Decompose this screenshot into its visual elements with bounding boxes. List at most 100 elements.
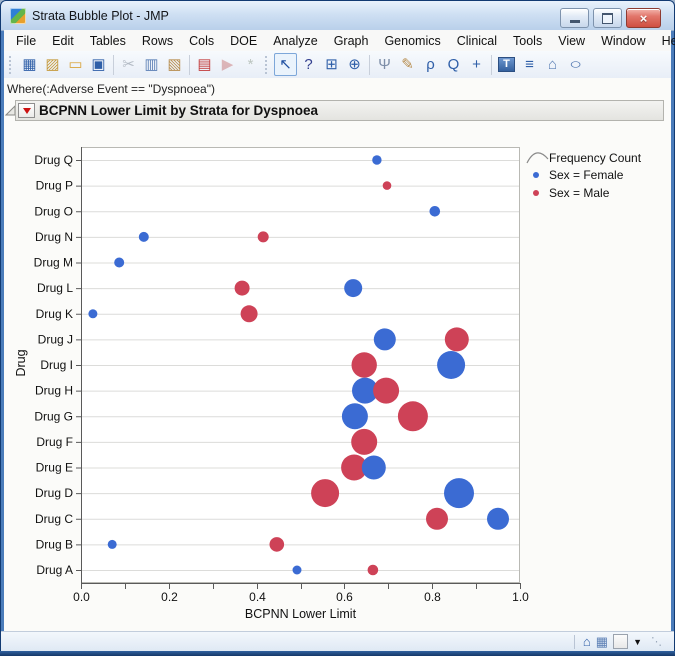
bubble-drug-d-female[interactable] [444, 478, 474, 508]
cut-icon[interactable]: ✂ [117, 53, 140, 76]
bubble-drug-i-male[interactable] [352, 352, 377, 377]
menu-help[interactable]: Help [654, 31, 675, 51]
home-window-icon[interactable]: ⌂ [583, 635, 591, 648]
copy-icon[interactable]: ▥ [140, 53, 163, 76]
bubble-drug-f-male[interactable] [351, 429, 377, 455]
legend-marker-male[interactable] [533, 190, 539, 196]
x-tick-label[interactable]: 0.4 [249, 590, 266, 604]
crosshair-tool-icon[interactable]: + [465, 53, 488, 76]
y-tick-label[interactable]: Drug M [34, 256, 73, 270]
legend-entry-female[interactable]: Sex = Female [549, 168, 624, 182]
menu-clinical[interactable]: Clinical [449, 31, 505, 51]
minimize-button[interactable] [560, 8, 589, 28]
bubble-drug-b-male[interactable] [270, 537, 285, 552]
bubble-drug-l-female[interactable] [344, 279, 362, 297]
bubble-drug-p-male[interactable] [383, 181, 392, 190]
x-tick-label[interactable]: 0.8 [424, 590, 441, 604]
new-data-table-icon[interactable]: ▦ [18, 53, 41, 76]
polygon-tool-icon[interactable]: ⌂ [541, 53, 564, 76]
menu-analyze[interactable]: Analyze [265, 31, 325, 51]
menu-genomics[interactable]: Genomics [376, 31, 448, 51]
y-tick-label[interactable]: Drug C [35, 512, 73, 526]
y-tick-label[interactable]: Drug D [35, 486, 73, 500]
y-tick-label[interactable]: Drug N [35, 230, 73, 244]
bubble-drug-a-female[interactable] [293, 566, 302, 575]
line-annotation-tool-icon[interactable]: ≡ [518, 53, 541, 76]
x-axis-title[interactable]: BCPNN Lower Limit [245, 607, 357, 621]
window-list-button[interactable] [613, 634, 628, 649]
y-axis-title[interactable]: Drug [14, 349, 28, 376]
y-tick-label[interactable]: Drug Q [34, 153, 73, 167]
menu-view[interactable]: View [550, 31, 593, 51]
bubble-drug-c-male[interactable] [426, 508, 448, 530]
red-triangle-menu-icon[interactable] [18, 103, 35, 118]
y-tick-label[interactable]: Drug O [34, 204, 73, 218]
bubble-drug-g-female[interactable] [342, 403, 368, 429]
menu-file[interactable]: File [8, 31, 44, 51]
grabber-tool-icon[interactable]: Ψ [373, 53, 396, 76]
y-tick-label[interactable]: Drug I [40, 358, 73, 372]
bubble-drug-o-female[interactable] [430, 206, 441, 217]
bubble-drug-m-female[interactable] [114, 258, 124, 268]
bubble-drug-q-female[interactable] [372, 155, 381, 164]
data-table-window-icon[interactable]: ▦ [596, 635, 608, 648]
brush-tool-icon[interactable]: ✎ [396, 53, 419, 76]
x-tick-label[interactable]: 0.2 [161, 590, 178, 604]
x-tick-label[interactable]: 0.6 [336, 590, 353, 604]
x-tick-label[interactable]: 0.0 [73, 590, 90, 604]
y-tick-label[interactable]: Drug J [38, 332, 73, 346]
y-tick-label[interactable]: Drug P [36, 179, 73, 193]
menu-rows[interactable]: Rows [134, 31, 181, 51]
tools-icon[interactable]: * [239, 53, 262, 76]
bubble-drug-n-female[interactable] [139, 232, 149, 242]
legend-entry-male[interactable]: Sex = Male [549, 186, 610, 200]
y-tick-label[interactable]: Drug H [35, 384, 73, 398]
new-journal-icon[interactable]: ▨ [41, 53, 64, 76]
y-tick-label[interactable]: Drug A [36, 563, 73, 577]
legend-marker-female[interactable] [533, 172, 539, 178]
selection-tool-icon[interactable]: ⊞ [320, 53, 343, 76]
bubble-drug-c-female[interactable] [487, 508, 509, 530]
y-tick-label[interactable]: Drug E [36, 461, 73, 475]
bubble-drug-l-male[interactable] [235, 281, 250, 296]
menu-window[interactable]: Window [593, 31, 653, 51]
close-button[interactable]: × [626, 8, 661, 28]
bubble-drug-b-female[interactable] [108, 540, 117, 549]
menu-tables[interactable]: Tables [82, 31, 134, 51]
dropdown-caret-icon[interactable]: ▼ [633, 637, 642, 647]
y-tick-label[interactable]: Drug F [36, 435, 73, 449]
bubble-drug-a-male[interactable] [368, 565, 379, 576]
bubble-drug-d-male[interactable] [311, 479, 339, 507]
y-tick-label[interactable]: Drug K [36, 307, 73, 321]
menu-graph[interactable]: Graph [326, 31, 377, 51]
scroller-tool-icon[interactable]: ⊕ [343, 53, 366, 76]
bubble-drug-k-male[interactable] [241, 305, 258, 322]
annotate-tool-icon[interactable]: T [495, 53, 518, 76]
lasso-tool-icon[interactable]: ρ [419, 53, 442, 76]
bubble-drug-k-female[interactable] [88, 309, 97, 318]
data-table-icon[interactable]: ▤ [193, 53, 216, 76]
bubble-drug-j-female[interactable] [374, 328, 396, 350]
open-file-icon[interactable]: ▭ [64, 53, 87, 76]
menu-edit[interactable]: Edit [44, 31, 82, 51]
x-tick-label[interactable]: 1.0 [512, 590, 529, 604]
y-tick-label[interactable]: Drug B [36, 537, 73, 551]
bubble-drug-h-male[interactable] [373, 378, 399, 404]
bubble-drug-n-male[interactable] [258, 231, 269, 242]
bubble-drug-e-female[interactable] [362, 456, 386, 480]
magnifier-tool-icon[interactable]: Q [442, 53, 465, 76]
y-tick-label[interactable]: Drug L [37, 281, 73, 295]
menu-doe[interactable]: DOE [222, 31, 265, 51]
bubble-drug-j-male[interactable] [445, 327, 469, 351]
save-icon[interactable]: ▣ [87, 53, 110, 76]
menu-cols[interactable]: Cols [181, 31, 222, 51]
bubble-drug-g-male[interactable] [398, 401, 428, 431]
bubble-drug-i-female[interactable] [437, 351, 465, 379]
menu-tools[interactable]: Tools [505, 31, 550, 51]
run-script-icon[interactable]: ▶ [216, 53, 239, 76]
oval-tool-icon[interactable]: ○ [564, 53, 587, 76]
help-tool-icon[interactable]: ? [297, 53, 320, 76]
arrow-tool-icon[interactable]: ↖ [274, 53, 297, 76]
restore-button[interactable] [593, 8, 622, 28]
y-tick-label[interactable]: Drug G [34, 409, 73, 423]
